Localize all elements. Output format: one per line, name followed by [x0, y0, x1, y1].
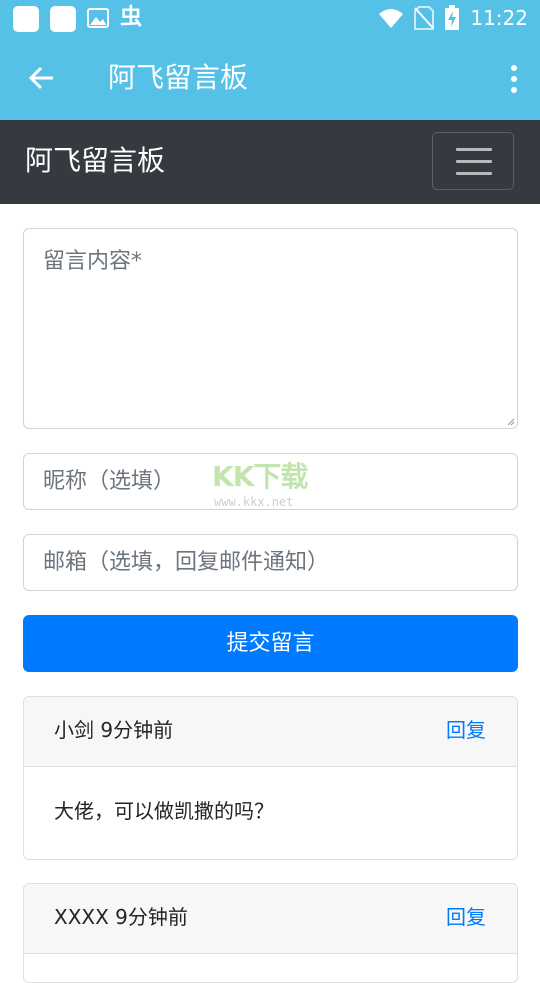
message-meta: XXXX 9分钟前: [54, 884, 188, 951]
status-bar: 虫 11:22: [0, 0, 540, 36]
resize-handle-icon[interactable]: [507, 418, 515, 426]
navbar-brand[interactable]: 阿飞留言板: [25, 120, 165, 202]
message-card-header: 小剑 9分钟前 回复: [24, 697, 517, 767]
message-card: XXXX 9分钟前 回复: [23, 883, 518, 983]
notification-square-icon: [13, 6, 39, 32]
message-card-header: XXXX 9分钟前 回复: [24, 884, 517, 954]
message-time: 9分钟前: [115, 905, 188, 929]
watermark-text: KK下载: [212, 460, 308, 493]
hamburger-menu-icon: [456, 172, 492, 175]
image-icon: [87, 8, 109, 28]
message-content-textarea[interactable]: 留言内容*: [23, 228, 518, 429]
app-title: 阿飞留言板: [108, 61, 249, 94]
message-content-placeholder: 留言内容*: [43, 249, 143, 274]
notification-square-icon: [50, 6, 76, 32]
arrow-back-icon[interactable]: [26, 62, 58, 94]
email-input[interactable]: 邮箱（选填，回复邮件通知）: [23, 534, 518, 591]
bug-icon: 虫: [120, 5, 143, 30]
nickname-placeholder: 昵称（选填）: [43, 469, 176, 494]
message-content: 大佬，可以做凯撒的吗？: [54, 799, 274, 823]
hamburger-menu-icon: [456, 148, 492, 151]
message-author: 小剑: [54, 718, 94, 742]
site-navbar: 阿飞留言板: [0, 120, 540, 204]
watermark-url: www.kkx.net: [214, 495, 294, 509]
message-author: XXXX: [54, 905, 109, 929]
reply-link[interactable]: 回复: [446, 697, 486, 764]
wifi-icon: [379, 9, 404, 28]
more-vert-icon[interactable]: [508, 64, 520, 94]
message-card: 小剑 9分钟前 回复 大佬，可以做凯撒的吗？: [23, 696, 518, 860]
navbar-toggler-button[interactable]: [432, 132, 514, 190]
email-placeholder: 邮箱（选填，回复邮件通知）: [43, 550, 330, 575]
message-meta: 小剑 9分钟前: [54, 697, 173, 764]
message-time: 9分钟前: [100, 718, 174, 742]
clock-time: 11:22: [470, 6, 528, 30]
hamburger-menu-icon: [456, 160, 492, 163]
no-sim-icon: [414, 6, 435, 30]
watermark-logo: KK下载 www.kkx.net: [212, 455, 332, 511]
submit-message-button[interactable]: 提交留言: [23, 615, 518, 672]
reply-link[interactable]: 回复: [446, 884, 486, 951]
app-bar: 阿飞留言板: [0, 36, 540, 120]
battery-charging-icon: [445, 5, 460, 30]
